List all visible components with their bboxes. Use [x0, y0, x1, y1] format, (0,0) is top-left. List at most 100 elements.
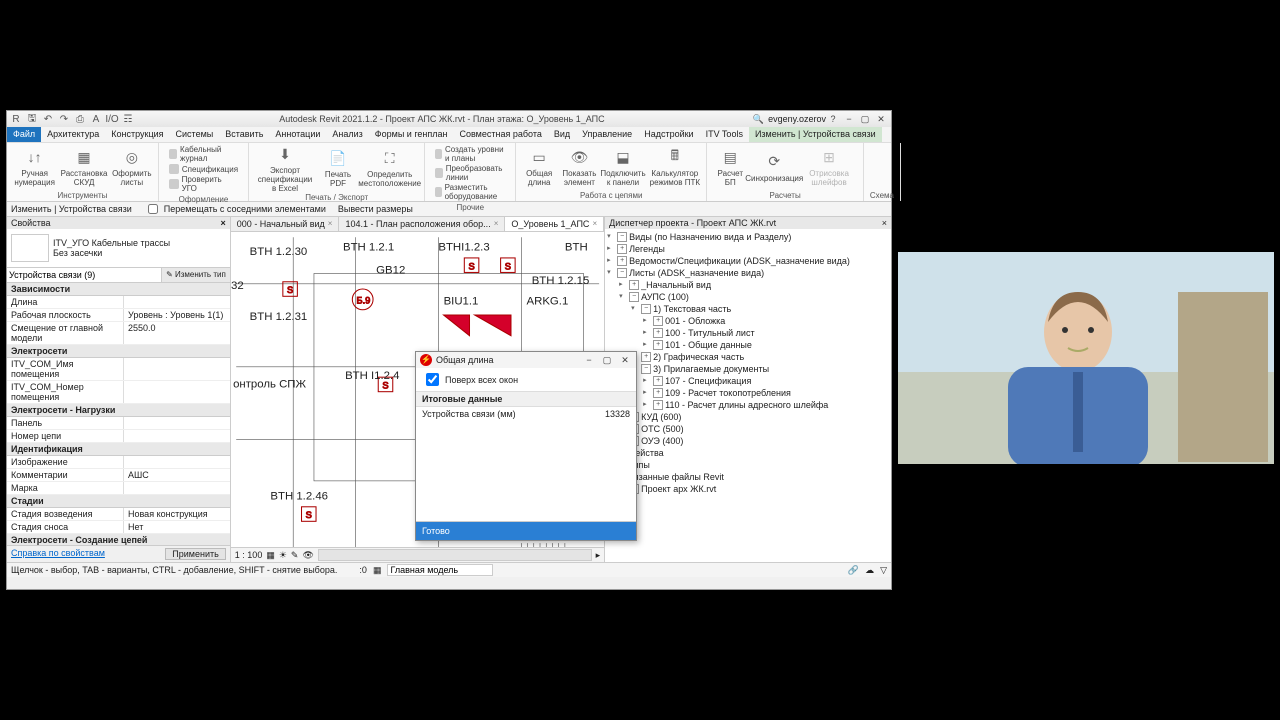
prop-row[interactable]: Панель	[7, 417, 230, 430]
print-pdf-button[interactable]: 📄Печать PDF	[321, 147, 355, 189]
expand-icon[interactable]: +	[653, 400, 663, 410]
prop-row[interactable]: Стадия сносаНет	[7, 521, 230, 534]
qat-more-icon[interactable]: ☶	[121, 112, 135, 126]
expand-icon[interactable]: −	[641, 364, 651, 374]
prop-value[interactable]: АШС	[123, 469, 230, 481]
tree-node[interactable]: −3) Прилагаемые документы	[607, 363, 889, 375]
export-excel-button[interactable]: ⬇Экспорт спецификации в Excel	[255, 143, 315, 193]
expand-icon[interactable]: +	[653, 340, 663, 350]
tree-node[interactable]: −вязанные файлы Revit	[607, 471, 889, 483]
prop-row[interactable]: КомментарииАШС	[7, 469, 230, 482]
prop-value[interactable]	[123, 296, 230, 308]
tab-manage[interactable]: Управление	[576, 127, 638, 142]
tab-structure[interactable]: Конструкция	[105, 127, 169, 142]
tree-node[interactable]: +110 - Расчет длины адресного шлейфа	[607, 399, 889, 411]
skud-placement-button[interactable]: ▦Расстановка СКУД	[62, 146, 105, 188]
expand-icon[interactable]: +	[653, 376, 663, 386]
prop-row[interactable]: ITV_COM_Имя помещения	[7, 358, 230, 381]
minimize-icon[interactable]: −	[842, 112, 856, 126]
app-icon[interactable]: R	[9, 112, 23, 126]
qat-redo-icon[interactable]: ↷	[57, 112, 71, 126]
properties-help-link[interactable]: Справка по свойствам	[11, 548, 105, 560]
prop-row[interactable]: Марка	[7, 482, 230, 495]
vcb-icon[interactable]: ▦	[266, 550, 275, 561]
qat-text-icon[interactable]: A	[89, 112, 103, 126]
view-tab-1[interactable]: 104.1 - План расположения обор...×	[339, 217, 505, 231]
tree-node[interactable]: +уппы	[607, 459, 889, 471]
prop-row[interactable]: Рабочая плоскостьУровень : Уровень 1(1)	[7, 309, 230, 322]
expand-icon[interactable]: +	[617, 256, 627, 266]
apply-button[interactable]: Применить	[165, 548, 226, 560]
always-on-top-checkbox[interactable]	[426, 373, 439, 386]
manual-numbering-button[interactable]: ↓↑Ручная нумерация	[13, 146, 56, 188]
vcb-icon[interactable]: ▸	[596, 550, 601, 561]
tree-node[interactable]: +Легенды	[607, 243, 889, 255]
status-filter-icon[interactable]: ▽	[880, 565, 887, 576]
prop-row[interactable]: Смещение от главной модели2550.0	[7, 322, 230, 345]
expand-icon[interactable]: +	[653, 388, 663, 398]
tree-node[interactable]: −АУПС (100)	[607, 291, 889, 303]
expand-icon[interactable]: +	[629, 280, 639, 290]
prop-row[interactable]: Стадия возведенияНовая конструкция	[7, 508, 230, 521]
status-icon[interactable]: ☁	[865, 565, 874, 576]
horizontal-scrollbar[interactable]	[318, 549, 592, 561]
qat-dimension-icon[interactable]: I/O	[105, 112, 119, 126]
prop-value[interactable]: Нет	[123, 521, 230, 533]
tree-node[interactable]: +100 - Титульный лист	[607, 327, 889, 339]
vcb-icon[interactable]: ☀	[279, 550, 287, 561]
convert-lines-button[interactable]: Преобразовать линии	[435, 164, 505, 182]
tab-collaborate[interactable]: Совместная работа	[454, 127, 548, 142]
tree-node[interactable]: +ОУЭ (400)	[607, 435, 889, 447]
prop-row[interactable]: ITV_COM_Номер помещения	[7, 381, 230, 404]
move-with-neighbors-checkbox[interactable]	[148, 204, 158, 214]
tab-annotate[interactable]: Аннотации	[269, 127, 326, 142]
view-tab-2[interactable]: О_Уровень 1_АПС×	[505, 217, 604, 231]
expand-icon[interactable]: +	[653, 328, 663, 338]
vcb-icon[interactable]: ✎	[291, 550, 299, 561]
tab-itvtools[interactable]: ITV Tools	[700, 127, 749, 142]
view-tab-0[interactable]: 000 - Начальный вид×	[231, 217, 340, 231]
tab-file[interactable]: Файл	[7, 127, 41, 142]
show-dimensions-button[interactable]: Вывести размеры	[338, 204, 413, 214]
tree-node[interactable]: +109 - Расчет токопотребления	[607, 387, 889, 399]
prop-row[interactable]: Номер цепи	[7, 430, 230, 443]
check-ugo-button[interactable]: Проверить УГО	[169, 175, 238, 193]
expand-icon[interactable]: +	[641, 352, 651, 362]
prop-value[interactable]	[123, 417, 230, 429]
expand-icon[interactable]: +	[617, 244, 627, 254]
tree-node[interactable]: +_Начальный вид	[607, 279, 889, 291]
tab-addins[interactable]: Надстройки	[638, 127, 699, 142]
draw-loops-button[interactable]: ⊞Отрисовка шлейфов	[801, 146, 857, 188]
prop-value[interactable]: Новая конструкция	[123, 508, 230, 520]
type-selector[interactable]	[7, 268, 161, 282]
qat-print-icon[interactable]: ⎙	[73, 112, 87, 126]
expand-icon[interactable]: +	[653, 316, 663, 326]
tree-node[interactable]: +107 - Спецификация	[607, 375, 889, 387]
show-element-button[interactable]: 👁Показать элемент	[562, 146, 596, 188]
prop-row[interactable]: Изображение	[7, 456, 230, 469]
edit-type-button[interactable]: ✎ Изменить тип	[161, 268, 230, 282]
dialog-close-icon[interactable]: ✕	[618, 355, 632, 366]
prop-value[interactable]	[123, 358, 230, 380]
tab-close-icon[interactable]: ×	[494, 217, 499, 231]
prop-value[interactable]	[123, 430, 230, 442]
qat-undo-icon[interactable]: ↶	[41, 112, 55, 126]
tree-node[interactable]: +101 - Общие данные	[607, 339, 889, 351]
tab-systems[interactable]: Системы	[170, 127, 220, 142]
create-levels-button[interactable]: Создать уровни и планы	[435, 145, 505, 163]
search-icon[interactable]: 🔍	[749, 114, 768, 125]
prop-value[interactable]	[123, 381, 230, 403]
qat-save-icon[interactable]: 🖫	[25, 112, 39, 126]
tab-view[interactable]: Вид	[548, 127, 576, 142]
format-sheets-button[interactable]: ◎Оформить листы	[112, 146, 152, 188]
tab-close-icon[interactable]: ×	[592, 217, 597, 231]
sync-button[interactable]: ⟳Синхронизация	[753, 151, 795, 184]
user-label[interactable]: evgeny.ozerov	[768, 114, 826, 124]
tab-insert[interactable]: Вставить	[219, 127, 269, 142]
bp-calc-button[interactable]: ▤Расчет БП	[713, 146, 747, 188]
tab-analyze[interactable]: Анализ	[326, 127, 368, 142]
browser-close-icon[interactable]: ×	[882, 218, 887, 228]
tab-close-icon[interactable]: ×	[328, 217, 333, 231]
tab-architecture[interactable]: Архитектура	[41, 127, 105, 142]
maximize-icon[interactable]: ▢	[858, 112, 872, 126]
